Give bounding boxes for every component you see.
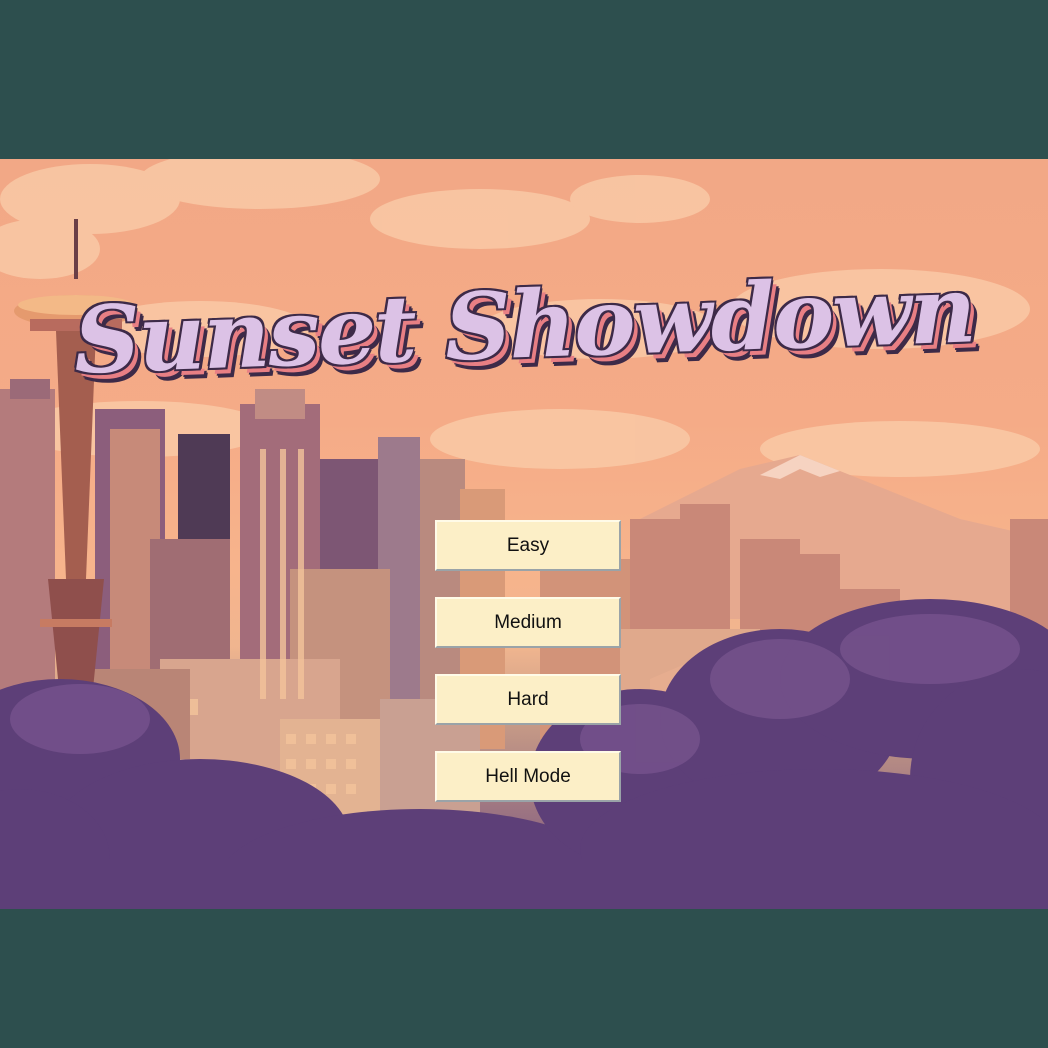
medium-button[interactable]: Medium bbox=[435, 597, 621, 648]
easy-button[interactable]: Easy bbox=[435, 520, 621, 571]
game-viewport: Sunset Showdown Easy Medium Hard Hell Mo… bbox=[0, 159, 1048, 909]
hell-mode-button[interactable]: Hell Mode bbox=[435, 751, 621, 802]
difficulty-menu: Easy Medium Hard Hell Mode bbox=[435, 520, 621, 828]
hard-button[interactable]: Hard bbox=[435, 674, 621, 725]
